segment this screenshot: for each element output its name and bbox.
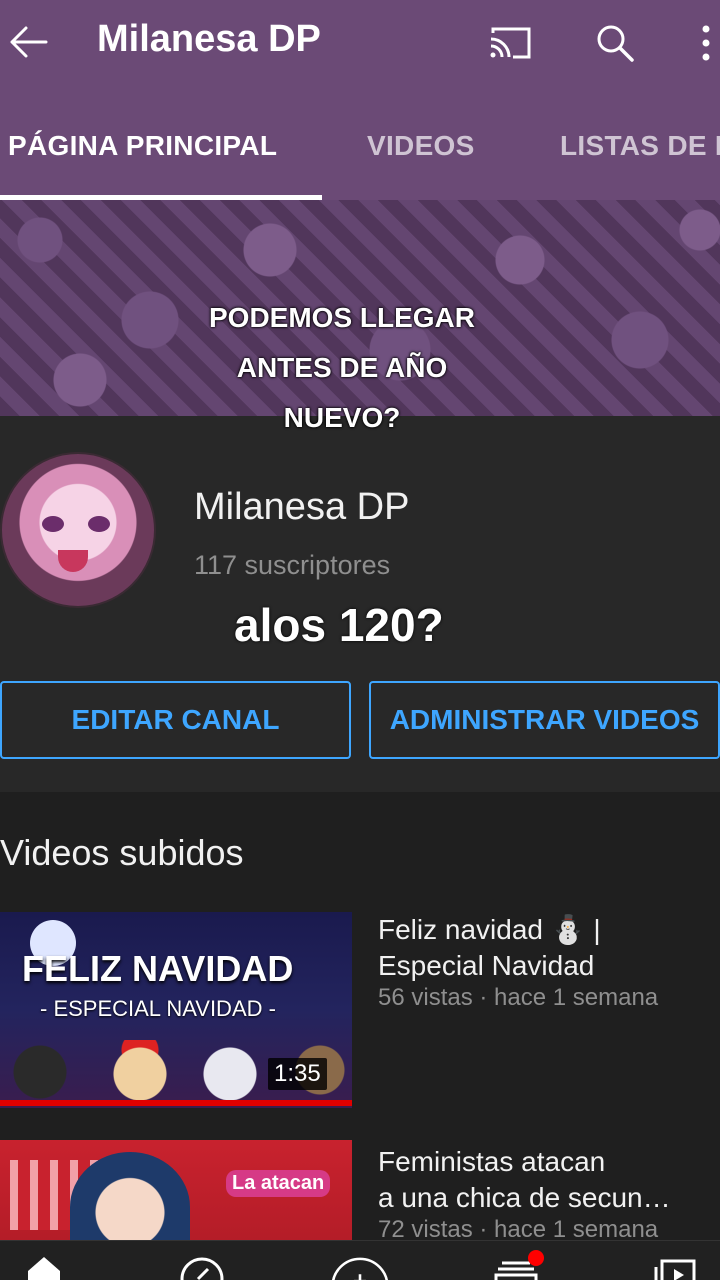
- overlay-caption: PODEMOS LLEGAR ANTES DE AÑO NUEVO?: [170, 293, 514, 443]
- video-title-line: a una chica de secun…: [378, 1182, 671, 1213]
- add-icon[interactable]: [330, 1255, 390, 1280]
- subscriber-count: 117 suscriptores: [194, 550, 391, 580]
- video-title-line: Feliz navidad ⛄ |: [378, 914, 601, 945]
- tab-playlists[interactable]: LISTAS DE R: [560, 130, 720, 162]
- avatar-mouth: [58, 550, 88, 572]
- notification-badge: [528, 1250, 544, 1266]
- manage-videos-button[interactable]: ADMINISTRAR VIDEOS: [369, 681, 720, 759]
- avatar-eye: [42, 516, 64, 532]
- video-meta: 56 vistas · hace 1 semana: [378, 984, 659, 1011]
- avatar[interactable]: [0, 452, 156, 608]
- subscriber-caption: alos 120?: [234, 599, 444, 651]
- tab-videos[interactable]: VIDEOS: [367, 130, 475, 162]
- cast-icon[interactable]: [482, 18, 538, 68]
- bottom-navigation: [0, 1240, 720, 1280]
- video-duration: 1:35: [268, 1058, 327, 1090]
- more-vertical-icon[interactable]: [692, 16, 720, 70]
- tab-home[interactable]: PÁGINA PRINCIPAL: [8, 130, 277, 162]
- thumbnail-title: FELIZ NAVIDAD: [22, 948, 294, 989]
- edit-channel-button[interactable]: EDITAR CANAL: [0, 681, 351, 759]
- watch-progress-bar: [0, 1100, 352, 1106]
- video-thumbnail[interactable]: FELIZ NAVIDAD - ESPECIAL NAVIDAD - 1:35: [0, 912, 352, 1108]
- thumbnail-tag: La atacan: [226, 1170, 331, 1197]
- avatar-eye: [88, 516, 110, 532]
- video-title[interactable]: Feliz navidad ⛄ | Especial Navidad: [378, 912, 708, 984]
- section-title: Videos subidos: [0, 832, 244, 873]
- video-item[interactable]: FELIZ NAVIDAD - ESPECIAL NAVIDAD - 1:35 …: [0, 912, 720, 1112]
- library-icon[interactable]: [646, 1255, 706, 1280]
- app-bar: Milanesa DP: [0, 0, 720, 88]
- overlay-caption-line: NUEVO?: [283, 402, 401, 433]
- channel-name: Milanesa DP: [194, 486, 410, 528]
- overlay-caption-line: ANTES DE AÑO: [236, 352, 448, 383]
- explore-icon[interactable]: [172, 1255, 232, 1280]
- overlay-caption-line: PODEMOS LLEGAR: [208, 302, 475, 333]
- home-icon[interactable]: [14, 1255, 74, 1280]
- search-icon[interactable]: [588, 16, 642, 70]
- video-title[interactable]: Feministas atacan a una chica de secun…: [378, 1144, 708, 1216]
- channel-title: Milanesa DP: [97, 18, 321, 60]
- arrow-left-icon[interactable]: [4, 16, 52, 68]
- thumbnail-subtitle: - ESPECIAL NAVIDAD -: [40, 996, 276, 1021]
- tab-bar: PÁGINA PRINCIPAL VIDEOS LISTAS DE R: [0, 88, 720, 200]
- video-title-line: Especial Navidad: [378, 950, 595, 981]
- video-title-line: Feministas atacan: [378, 1146, 606, 1177]
